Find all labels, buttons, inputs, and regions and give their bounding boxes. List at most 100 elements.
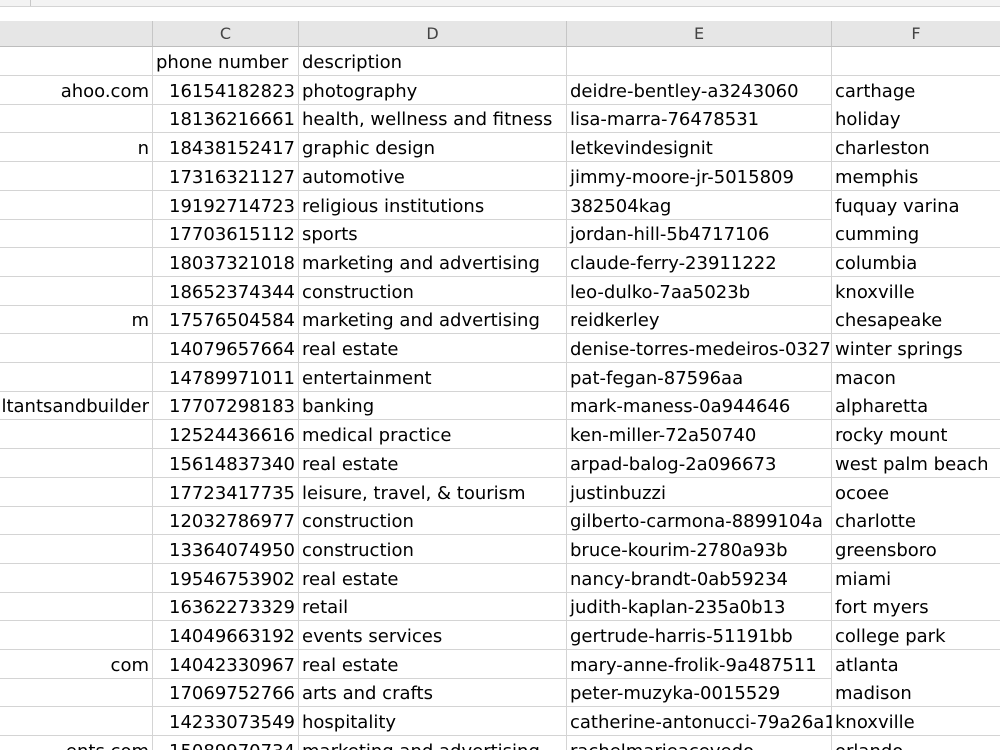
cell-b[interactable] — [0, 248, 153, 276]
cell-phone[interactable]: 18652374344 — [153, 277, 299, 305]
cell-description[interactable]: real estate — [299, 334, 567, 362]
cell-e[interactable]: gertrude-harris-51191bb — [567, 621, 832, 649]
cell-phone[interactable]: 17703615112 — [153, 219, 299, 247]
cell-b[interactable] — [0, 219, 153, 247]
column-header-f[interactable]: F — [832, 21, 1000, 47]
cell-phone[interactable]: 18037321018 — [153, 248, 299, 276]
cell-phone[interactable]: 13364074950 — [153, 535, 299, 563]
cell-b[interactable] — [0, 191, 153, 219]
cell-phone[interactable]: 17576504584 — [153, 305, 299, 333]
cell-b[interactable]: m — [0, 305, 153, 333]
cell-description[interactable]: health, wellness and fitness — [299, 104, 567, 132]
cell-e[interactable]: jimmy-moore-jr-5015809 — [567, 162, 832, 190]
cell-e[interactable]: letkevindesignit — [567, 133, 832, 161]
cell-e[interactable]: 382504kag — [567, 191, 832, 219]
cell-phone[interactable]: 12032786977 — [153, 506, 299, 534]
cell-e[interactable]: mary-anne-frolik-9a487511 — [567, 650, 832, 678]
cell-b[interactable] — [0, 47, 153, 75]
cell-e[interactable]: gilberto-carmona-8899104a — [567, 506, 832, 534]
cell-f[interactable]: charleston — [832, 133, 1000, 161]
cell-description[interactable]: marketing and advertising — [299, 736, 567, 750]
cell-description[interactable]: real estate — [299, 449, 567, 477]
cell-description[interactable]: marketing and advertising — [299, 305, 567, 333]
cell-b[interactable] — [0, 621, 153, 649]
cell-phone[interactable]: 18438152417 — [153, 133, 299, 161]
cell-f[interactable]: holiday — [832, 104, 1000, 132]
cell-description[interactable]: events services — [299, 621, 567, 649]
cell-b[interactable] — [0, 678, 153, 706]
cell-phone[interactable]: 16362273329 — [153, 592, 299, 620]
cell-f[interactable]: chesapeake — [832, 305, 1000, 333]
splitter-handle[interactable] — [30, 0, 39, 6]
cell-f[interactable]: knoxville — [832, 707, 1000, 735]
cell-description[interactable]: photography — [299, 76, 567, 104]
cell-e[interactable]: jordan-hill-5b4717106 — [567, 219, 832, 247]
cell-e[interactable]: leo-dulko-7aa5023b — [567, 277, 832, 305]
cell-f[interactable]: atlanta — [832, 650, 1000, 678]
cell-b[interactable]: ltantsandbuilder — [0, 391, 153, 419]
cell-b[interactable] — [0, 162, 153, 190]
cell-f[interactable]: alpharetta — [832, 391, 1000, 419]
cell-f[interactable]: macon — [832, 363, 1000, 391]
cell-e[interactable]: denise-torres-medeiros-0327 — [567, 334, 832, 362]
cell-description[interactable]: hospitality — [299, 707, 567, 735]
cell-e[interactable]: reidkerley — [567, 305, 832, 333]
cell-description[interactable]: graphic design — [299, 133, 567, 161]
cell-e[interactable]: ken-miller-72a50740 — [567, 420, 832, 448]
cell-phone[interactable]: 17723417735 — [153, 478, 299, 506]
cell-header-e[interactable] — [567, 47, 832, 75]
cell-description[interactable]: entertainment — [299, 363, 567, 391]
cell-description[interactable]: real estate — [299, 650, 567, 678]
cell-f[interactable]: winter springs — [832, 334, 1000, 362]
cell-b[interactable] — [0, 478, 153, 506]
cell-description[interactable]: leisure, travel, & tourism — [299, 478, 567, 506]
cell-phone[interactable]: 14042330967 — [153, 650, 299, 678]
cell-f[interactable]: west palm beach — [832, 449, 1000, 477]
cell-f[interactable]: memphis — [832, 162, 1000, 190]
cell-phone[interactable]: 14233073549 — [153, 707, 299, 735]
cell-e[interactable]: peter-muzyka-0015529 — [567, 678, 832, 706]
cell-description[interactable]: marketing and advertising — [299, 248, 567, 276]
cell-header-phone[interactable]: phone number — [153, 47, 299, 75]
cell-f[interactable]: greensboro — [832, 535, 1000, 563]
column-header-d[interactable]: D — [299, 21, 567, 47]
cell-b[interactable] — [0, 535, 153, 563]
cell-b[interactable]: ents.com — [0, 736, 153, 750]
cell-description[interactable]: real estate — [299, 564, 567, 592]
cell-e[interactable]: arpad-balog-2a096673 — [567, 449, 832, 477]
cell-phone[interactable]: 15614837340 — [153, 449, 299, 477]
cell-phone[interactable]: 17707298183 — [153, 391, 299, 419]
cell-header-f[interactable] — [832, 47, 1000, 75]
cell-f[interactable]: college park — [832, 621, 1000, 649]
cell-phone[interactable]: 19192714723 — [153, 191, 299, 219]
cell-b[interactable] — [0, 564, 153, 592]
cell-description[interactable]: banking — [299, 391, 567, 419]
cell-description[interactable]: religious institutions — [299, 191, 567, 219]
cell-b[interactable] — [0, 449, 153, 477]
cell-e[interactable]: judith-kaplan-235a0b13 — [567, 592, 832, 620]
cell-phone[interactable]: 12524436616 — [153, 420, 299, 448]
cell-phone[interactable]: 19546753902 — [153, 564, 299, 592]
cell-description[interactable]: retail — [299, 592, 567, 620]
cell-phone[interactable]: 18136216661 — [153, 104, 299, 132]
cell-phone[interactable]: 15089970734 — [153, 736, 299, 750]
cell-b[interactable]: n — [0, 133, 153, 161]
cell-b[interactable] — [0, 334, 153, 362]
cell-phone[interactable]: 14049663192 — [153, 621, 299, 649]
cell-phone[interactable]: 17316321127 — [153, 162, 299, 190]
cell-b[interactable] — [0, 277, 153, 305]
cell-description[interactable]: medical practice — [299, 420, 567, 448]
cell-e[interactable]: pat-fegan-87596aa — [567, 363, 832, 391]
cell-f[interactable]: carthage — [832, 76, 1000, 104]
cell-phone[interactable]: 16154182823 — [153, 76, 299, 104]
cell-f[interactable]: ocoee — [832, 478, 1000, 506]
cell-description[interactable]: construction — [299, 506, 567, 534]
cell-f[interactable]: fort myers — [832, 592, 1000, 620]
cell-phone[interactable]: 14079657664 — [153, 334, 299, 362]
cell-phone[interactable]: 14789971011 — [153, 363, 299, 391]
cell-e[interactable]: catherine-antonucci-79a26a1 — [567, 707, 836, 735]
cell-b[interactable] — [0, 506, 153, 534]
cell-e[interactable]: justinbuzzi — [567, 478, 832, 506]
cell-e[interactable]: claude-ferry-23911222 — [567, 248, 832, 276]
column-header-c[interactable]: C — [153, 21, 299, 47]
